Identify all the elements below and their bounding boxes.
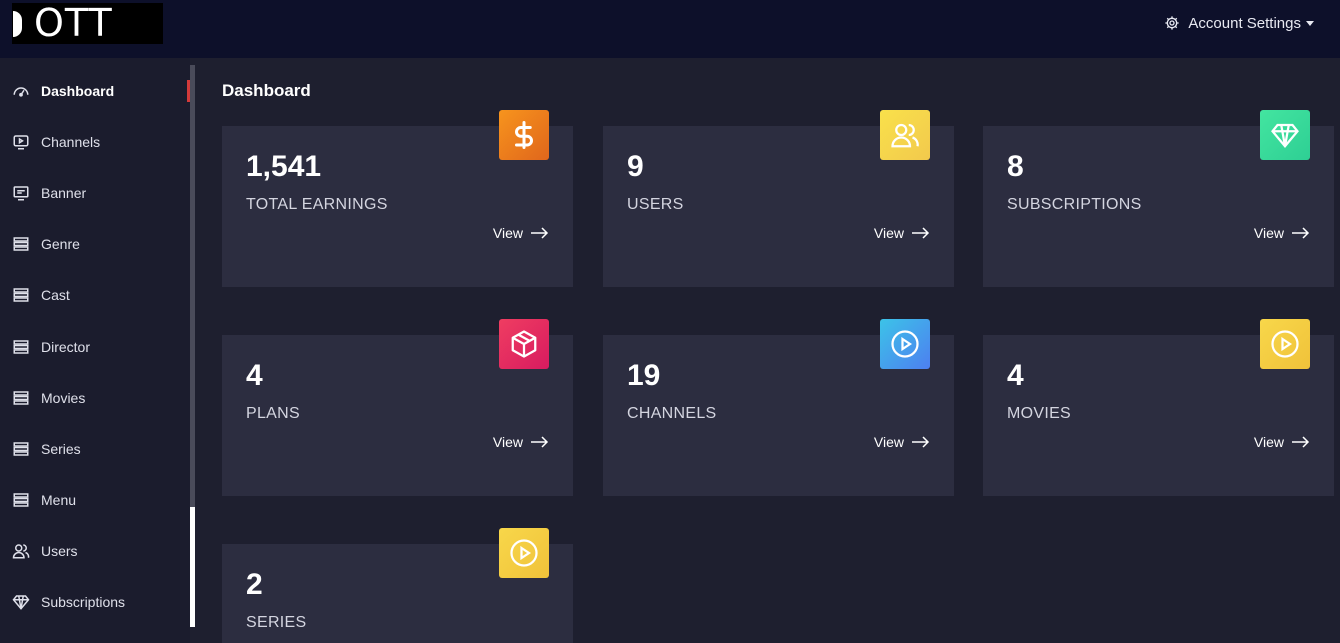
card-badge — [880, 319, 930, 369]
card-value: 8 — [1007, 150, 1024, 183]
card-value: 19 — [627, 359, 661, 392]
view-link-label: View — [492, 434, 523, 450]
card-movies: 4 MOVIES View — [983, 319, 1334, 496]
sidebar-item-label: Subscriptions — [41, 594, 126, 610]
sidebar-item-menu[interactable]: Menu — [12, 489, 76, 511]
caret-down-icon — [1306, 20, 1314, 26]
card-value: 4 — [1007, 359, 1024, 392]
sidebar-item-label: Series — [41, 441, 81, 457]
list-icon — [13, 493, 29, 507]
sidebar-item-label: Users — [41, 543, 78, 559]
logo[interactable]: OTT — [12, 3, 163, 44]
sidebar-scrollbar-thumb[interactable] — [190, 507, 195, 627]
view-link-label: View — [1253, 434, 1284, 450]
card-channels: 19 CHANNELS View — [603, 319, 954, 496]
list-icon — [13, 288, 29, 302]
sidebar-item-series[interactable]: Series — [12, 438, 81, 460]
sidebar-item-subscriptions[interactable]: Subscriptions — [12, 591, 125, 613]
sidebar-item-label: Movies — [41, 390, 86, 406]
tv-play-icon — [13, 135, 29, 150]
sidebar-item-label: Dashboard — [41, 83, 115, 99]
card-value: 9 — [627, 150, 644, 183]
arrow-right-icon — [531, 227, 549, 239]
monitor-icon — [13, 186, 29, 201]
view-link[interactable]: View — [493, 225, 549, 241]
card-badge — [499, 319, 549, 369]
sidebar-item-movies[interactable]: Movies — [12, 387, 85, 409]
card-badge — [880, 110, 930, 160]
sidebar-item-label: Cast — [41, 287, 70, 303]
sidebar-item-genre[interactable]: Genre — [12, 233, 80, 255]
account-settings-label: Account Settings — [1188, 14, 1301, 32]
view-link[interactable]: View — [874, 225, 930, 241]
diamond-icon — [12, 595, 30, 610]
box-icon — [511, 330, 537, 358]
sidebar-item-channels[interactable]: Channels — [12, 131, 100, 153]
card-badge — [499, 110, 549, 160]
diamond-icon — [1271, 123, 1299, 149]
view-link[interactable]: View — [874, 434, 930, 450]
card-value: 2 — [246, 568, 263, 601]
card-total-earnings: 1,541 TOTAL EARNINGS View — [222, 110, 573, 287]
view-link-label: View — [873, 434, 904, 450]
users-icon — [12, 544, 30, 559]
speedometer-icon — [13, 87, 29, 97]
list-icon — [13, 237, 29, 251]
sidebar-item-cast[interactable]: Cast — [12, 284, 70, 306]
card-label: SUBSCRIPTIONS — [1007, 196, 1142, 213]
dollar-icon — [515, 121, 533, 149]
list-icon — [13, 442, 29, 456]
card-subscriptions: 8 SUBSCRIPTIONS View — [983, 110, 1334, 287]
card-badge — [1260, 319, 1310, 369]
sidebar-item-banner[interactable]: Banner — [12, 182, 86, 204]
card-users: 9 USERS View — [603, 110, 954, 287]
sidebar-item-label: Menu — [41, 492, 77, 508]
sidebar-item-label: Banner — [41, 185, 87, 201]
view-link-label: View — [1253, 225, 1284, 241]
play-circle-icon — [891, 330, 919, 358]
sidebar-item-label: Genre — [41, 236, 80, 252]
page-title: Dashboard — [222, 81, 311, 100]
view-link-label: View — [492, 225, 523, 241]
view-link[interactable]: View — [1254, 225, 1310, 241]
card-badge — [1260, 110, 1310, 160]
card-series: 2 SERIES — [222, 528, 573, 643]
sidebar: Dashboard Channels Banner Genre Cast Dir… — [0, 58, 190, 643]
arrow-right-icon — [912, 227, 930, 239]
account-settings-dropdown[interactable]: Account Settings — [1164, 14, 1314, 32]
card-value: 1,541 — [246, 150, 322, 183]
top-navbar: OTT Account Settings — [0, 0, 1340, 58]
list-icon — [13, 391, 29, 405]
arrow-right-icon — [912, 436, 930, 448]
users-icon — [891, 123, 919, 148]
view-link-label: View — [873, 225, 904, 241]
sidebar-item-director[interactable]: Director — [12, 336, 90, 358]
view-link[interactable]: View — [493, 434, 549, 450]
card-label: PLANS — [246, 405, 300, 422]
arrow-right-icon — [1292, 227, 1310, 239]
card-badge — [499, 528, 549, 578]
card-label: MOVIES — [1007, 405, 1072, 422]
card-label: USERS — [627, 196, 684, 213]
list-icon — [13, 340, 29, 354]
sidebar-item-dashboard[interactable]: Dashboard — [12, 80, 114, 102]
arrow-right-icon — [531, 436, 549, 448]
card-label: TOTAL EARNINGS — [246, 196, 388, 213]
logo-text: OTT — [34, 1, 113, 45]
card-label: SERIES — [246, 614, 307, 631]
sidebar-item-label: Director — [41, 339, 91, 355]
card-value: 4 — [246, 359, 263, 392]
arrow-right-icon — [1292, 436, 1310, 448]
view-link[interactable]: View — [1254, 434, 1310, 450]
gear-icon — [1165, 16, 1180, 30]
logo-mark — [13, 10, 22, 37]
sidebar-item-label: Channels — [41, 134, 101, 150]
play-circle-icon — [1271, 330, 1299, 358]
card-plans: 4 PLANS View — [222, 319, 573, 496]
card-label: CHANNELS — [627, 405, 717, 422]
play-circle-icon — [510, 539, 538, 567]
sidebar-item-users[interactable]: Users — [12, 540, 78, 562]
